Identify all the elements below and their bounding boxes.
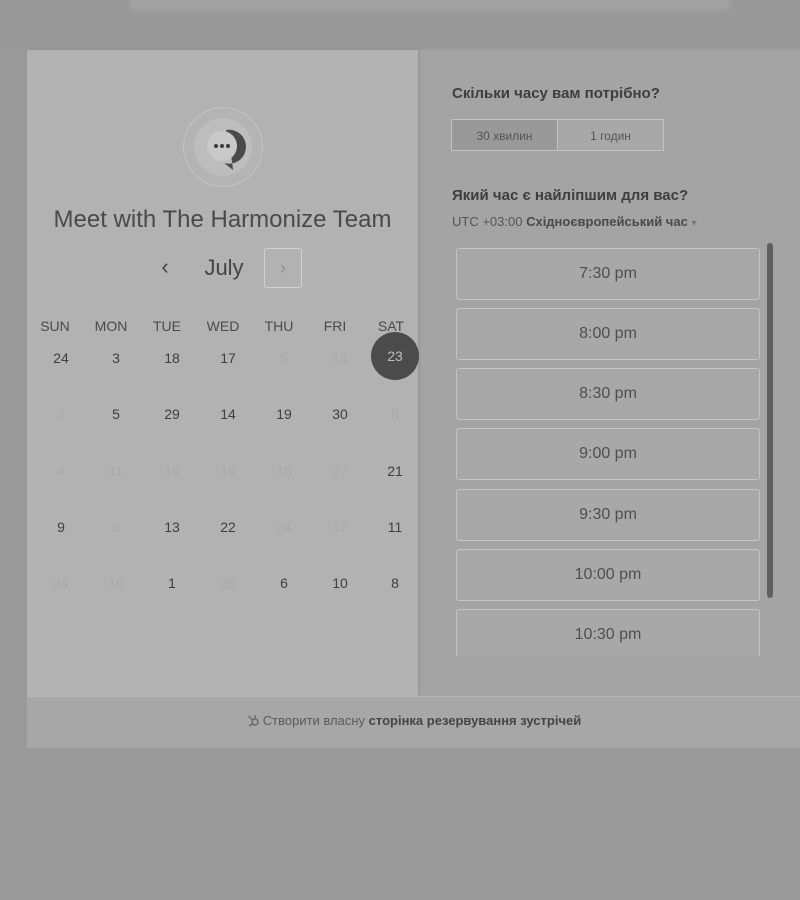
calendar-day: 9 (391, 406, 399, 422)
booking-panel: Скільки часу вам потрібно? 30 хвилин 1 г… (418, 50, 800, 696)
weekday-label: TUE (153, 318, 181, 334)
calendar-day: 24 (53, 575, 69, 591)
calendar-day: 28 (220, 575, 236, 591)
calendar-day[interactable]: 17 (208, 350, 248, 370)
footer-prefix-text[interactable]: Створити власну (263, 713, 365, 728)
time-slot-button[interactable]: 9:00 pm (456, 428, 760, 480)
calendar-day[interactable]: 5 (96, 406, 136, 426)
calendar-day: 4 (57, 463, 65, 479)
calendar-day: 24 (276, 519, 292, 535)
prev-month-button[interactable]: ‹ (155, 254, 175, 282)
duration-30-button[interactable]: 30 хвилин (451, 119, 558, 151)
calendar-day[interactable]: 3 (96, 350, 136, 370)
calendar-day[interactable]: 29 (152, 406, 192, 426)
hubspot-sprocket-icon (247, 715, 259, 727)
calendar-day[interactable]: 9 (41, 519, 81, 539)
calendar-day[interactable]: 18 (152, 350, 192, 370)
calendar-panel: Meet with The Harmonize Team ‹ July › SU… (27, 50, 419, 696)
time-slot-button[interactable]: 8:30 pm (456, 368, 760, 420)
calendar-day: 5 (280, 350, 288, 366)
time-slot-list: 7:30 pm 8:00 pm 8:30 pm 9:00 pm 9:30 pm … (418, 243, 800, 656)
timezone-offset: UTC +03:00 (452, 214, 523, 229)
calendar-day: 14 (332, 350, 348, 366)
time-slot-button[interactable]: 10:30 pm (456, 609, 760, 656)
weekday-label: THU (264, 318, 294, 334)
calendar-day: 19 (220, 463, 236, 479)
time-slot-button[interactable]: 9:30 pm (456, 489, 760, 541)
calendar-day[interactable]: 21 (375, 463, 415, 483)
weekday-label: SUN (40, 318, 70, 334)
background-header (0, 0, 800, 48)
calendar-day: 19 (164, 463, 180, 479)
chat-bubble-icon (207, 129, 246, 170)
weekday-header: SUN MON TUE WED THU FRI SAT (27, 318, 418, 338)
time-slot-button[interactable]: 7:30 pm (456, 248, 760, 300)
calendar-day[interactable]: 8 (375, 575, 415, 595)
avatar (183, 107, 263, 187)
time-question: Який час є найліпшим для вас? (452, 187, 689, 204)
weekday-label: FRI (323, 318, 347, 334)
calendar-day[interactable]: 22 (208, 519, 248, 539)
time-slot-button[interactable]: 10:00 pm (456, 549, 760, 601)
footer: Створити власну сторінка резервування зу… (27, 696, 800, 748)
calendar-day[interactable]: 13 (152, 519, 192, 539)
timezone-name: Східноєвропейський час (526, 214, 688, 229)
weekday-label: MON (94, 318, 128, 334)
calendar-day[interactable]: 19 (264, 406, 304, 426)
calendar-day: 27 (332, 463, 348, 479)
calendar-day: 17 (332, 519, 348, 535)
meeting-title: Meet with The Harmonize Team (53, 206, 392, 233)
duration-60-button[interactable]: 1 годин (557, 119, 664, 151)
calendar-day-selected[interactable]: 23 (371, 332, 419, 380)
timezone-dropdown[interactable]: UTC +03:00 Східноєвропейський час ▾ (452, 214, 696, 229)
calendar-day: 5 (112, 519, 120, 535)
chevron-down-icon: ▾ (691, 218, 697, 229)
duration-question: Скільки часу вам потрібно? (452, 85, 660, 102)
time-slot-button[interactable]: 8:00 pm (456, 308, 760, 360)
calendar-day: 11 (108, 463, 124, 479)
month-label: July (204, 255, 244, 280)
month-navigation: ‹ July › (27, 248, 418, 290)
calendar-day: 18 (108, 575, 124, 591)
calendar-day[interactable]: 14 (208, 406, 248, 426)
calendar-day: 16 (276, 463, 292, 479)
calendar-day[interactable]: 10 (320, 575, 360, 595)
footer-booking-link[interactable]: сторінка резервування зустрічей (369, 713, 582, 728)
weekday-label: WED (206, 318, 240, 334)
calendar-day[interactable]: 30 (320, 406, 360, 426)
calendar-day: 3 (57, 406, 65, 422)
calendar-day[interactable]: 6 (264, 575, 304, 595)
calendar-day[interactable]: 1 (152, 575, 192, 595)
time-slot-scrollbar[interactable] (767, 243, 773, 598)
next-month-button[interactable]: › (264, 248, 302, 288)
calendar-day[interactable]: 24 (41, 350, 81, 370)
calendar-day[interactable]: 11 (375, 519, 415, 539)
